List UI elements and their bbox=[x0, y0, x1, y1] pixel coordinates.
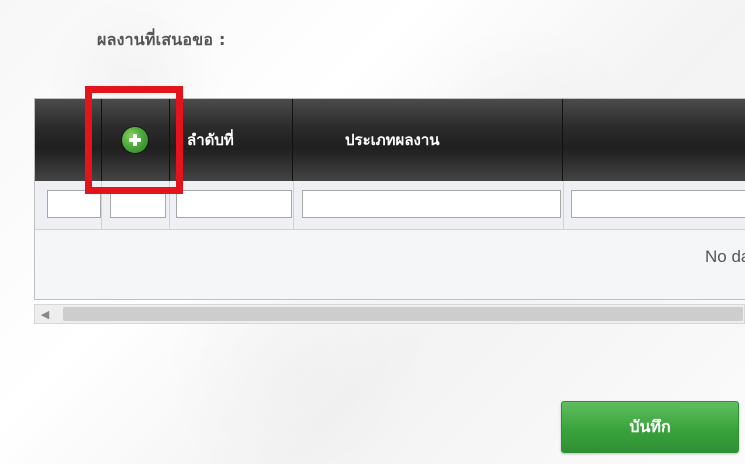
column-separator bbox=[101, 181, 102, 229]
section-label: ผลงานที่เสนอขอ : bbox=[97, 30, 226, 49]
chevron-left-icon[interactable]: ◀ bbox=[35, 305, 55, 323]
filter-input-order[interactable] bbox=[176, 190, 292, 218]
horizontal-scrollbar[interactable]: ◀ bbox=[34, 304, 745, 324]
add-row-button[interactable] bbox=[122, 127, 148, 153]
column-separator bbox=[563, 181, 564, 229]
plus-icon bbox=[129, 134, 141, 146]
header-cell-extra[interactable] bbox=[563, 99, 745, 181]
filter-input-1[interactable] bbox=[110, 190, 166, 218]
header-cell-add bbox=[101, 99, 170, 181]
header-cell-work-type[interactable]: ประเภทผลงาน bbox=[293, 99, 563, 181]
save-button[interactable]: บันทึก bbox=[561, 401, 739, 453]
header-work-type-label: ประเภทผลงาน bbox=[345, 131, 440, 149]
column-separator bbox=[293, 181, 294, 229]
works-grid: ลำดับที่ ประเภทผลงาน No data t bbox=[34, 98, 745, 300]
header-cell-order[interactable]: ลำดับที่ bbox=[169, 99, 293, 181]
filter-input-work-type[interactable] bbox=[302, 190, 561, 218]
header-cell-spacer bbox=[35, 99, 102, 181]
filter-input-4[interactable] bbox=[571, 190, 745, 218]
empty-data-message: No data t bbox=[705, 247, 745, 266]
column-separator bbox=[169, 181, 170, 229]
grid-header-row: ลำดับที่ ประเภทผลงาน bbox=[35, 99, 745, 182]
grid-filter-row bbox=[35, 181, 745, 230]
header-order-label: ลำดับที่ bbox=[187, 131, 234, 149]
filter-input-0[interactable] bbox=[47, 190, 101, 218]
scrollbar-thumb[interactable] bbox=[63, 307, 743, 321]
